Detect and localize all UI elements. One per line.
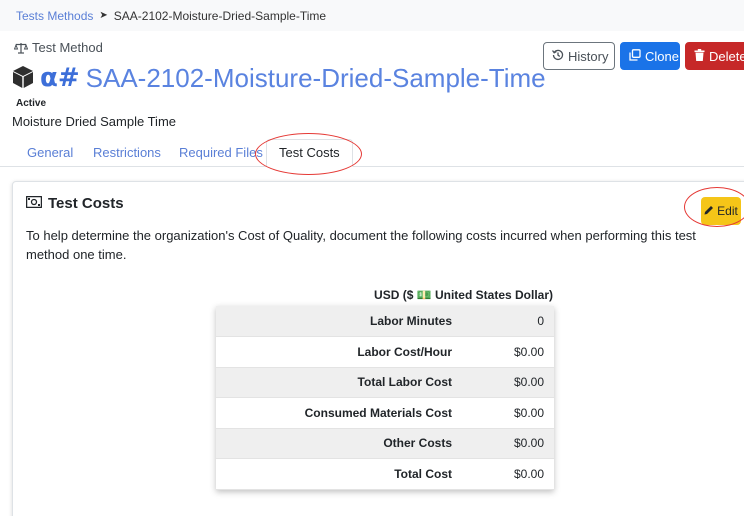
test-costs-card: Test Costs Edit To help determine the or…	[12, 181, 744, 516]
currency-label: USD ($ 💵 United States Dollar)	[374, 288, 553, 302]
tab-required-files[interactable]: Required Files	[179, 139, 263, 167]
history-button[interactable]: History	[543, 42, 615, 70]
breadcrumb-current: SAA-2102-Moisture-Dried-Sample-Time	[113, 8, 327, 23]
breadcrumb-separator-icon: ➤	[99, 10, 108, 21]
alpha-hash-icon: α#	[40, 63, 80, 93]
cost-value: $0.00	[476, 367, 554, 398]
action-buttons: History Clone Delete	[543, 42, 744, 70]
table-row: Labor Cost/Hour $0.00	[216, 336, 554, 368]
clone-label: Clone	[645, 48, 679, 64]
table-row: Other Costs $0.00	[216, 428, 554, 459]
breadcrumb: Tests Methods ➤ SAA-2102-Moisture-Dried-…	[0, 0, 744, 31]
pencil-icon	[704, 204, 714, 218]
status-badge: Active	[16, 98, 47, 109]
edit-label: Edit	[717, 204, 738, 218]
balance-scale-icon	[14, 42, 28, 54]
breadcrumb-link-tests-methods[interactable]: Tests Methods	[16, 9, 93, 23]
delete-button[interactable]: Delete	[685, 42, 744, 70]
cost-label: Total Labor Cost	[216, 367, 476, 398]
cost-label: Labor Minutes	[216, 306, 476, 337]
table-row: Total Cost $0.00	[216, 458, 554, 490]
history-label: History	[568, 48, 609, 64]
cost-label: Other Costs	[216, 428, 476, 459]
cost-label: Labor Cost/Hour	[216, 336, 476, 368]
cost-label: Consumed Materials Cost	[216, 397, 476, 429]
card-title: Test Costs	[25, 195, 124, 212]
page-title-text: SAA-2102-Moisture-Dried-Sample-Time	[85, 62, 546, 93]
test-method-description: Moisture Dried Sample Time	[12, 114, 176, 129]
cost-of-quality-help-text: To help determine the organization's Cos…	[26, 228, 696, 262]
tab-bar: General Restrictions Required Files Test…	[0, 139, 744, 167]
table-row: Labor Minutes 0	[216, 306, 554, 337]
cost-value: $0.00	[476, 458, 554, 490]
cost-value: $0.00	[476, 397, 554, 429]
history-icon	[551, 49, 564, 64]
table-row: Consumed Materials Cost $0.00	[216, 397, 554, 429]
page-type-text: Test Method	[32, 40, 103, 55]
cost-value: 0	[476, 306, 554, 337]
cost-label: Total Cost	[216, 458, 476, 490]
trash-icon	[694, 48, 705, 64]
edit-button[interactable]: Edit	[701, 197, 741, 225]
money-bill-icon	[25, 195, 43, 212]
clone-button[interactable]: Clone	[620, 42, 680, 70]
clone-icon	[629, 48, 641, 64]
tab-restrictions[interactable]: Restrictions	[93, 139, 161, 167]
page-title: α# SAA-2102-Moisture-Dried-Sample-Time	[12, 62, 546, 94]
card-title-text: Test Costs	[48, 195, 124, 212]
cost-value: $0.00	[476, 428, 554, 459]
cost-value: $0.00	[476, 336, 554, 368]
delete-label: Delete	[709, 48, 744, 64]
table-row: Total Labor Cost $0.00	[216, 367, 554, 398]
cube-icon	[12, 65, 34, 92]
tab-test-costs[interactable]: Test Costs	[266, 139, 353, 167]
tab-general[interactable]: General	[27, 139, 73, 167]
page-type-label: Test Method	[14, 40, 103, 55]
cost-table: Labor Minutes 0 Labor Cost/Hour $0.00 To…	[216, 306, 554, 490]
